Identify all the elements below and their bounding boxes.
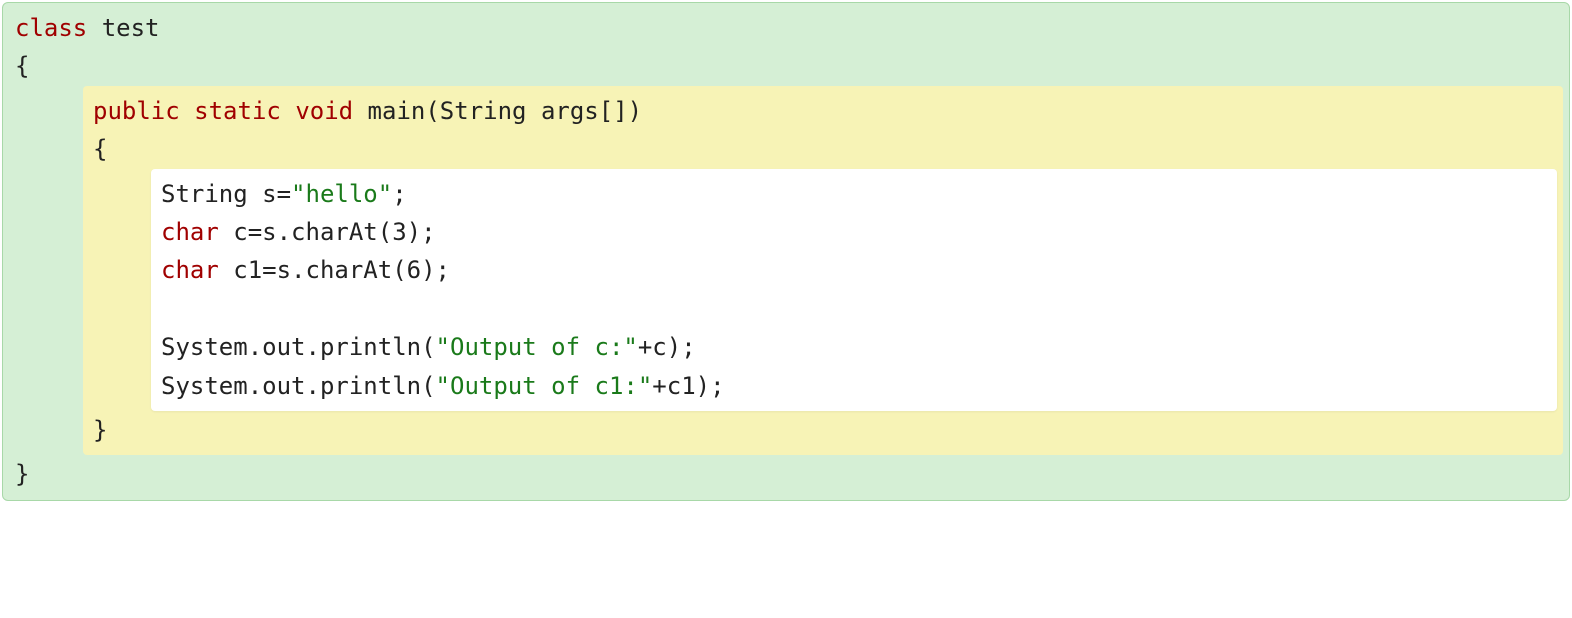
keyword-char: char: [161, 256, 219, 284]
body-line-5: System.out.println("Output of c1:"+c1);: [161, 367, 1547, 405]
body-line-1: String s="hello";: [161, 175, 1547, 213]
class-close-brace: }: [15, 455, 1563, 493]
class-decl-line: class test: [15, 9, 1563, 47]
keyword-public: public: [93, 97, 180, 125]
class-name: test: [87, 14, 159, 42]
stmt-text: c1=s.charAt(6);: [219, 256, 450, 284]
method-sig-line: public static void main(String args[]): [93, 92, 1557, 130]
string-literal: "hello": [291, 180, 392, 208]
stmt-text: +c);: [638, 333, 696, 361]
string-literal: "Output of c:": [436, 333, 638, 361]
stmt-text: System.out.println(: [161, 333, 436, 361]
method-block: public static void main(String args[]) {…: [83, 86, 1563, 456]
body-blank-line: [161, 290, 1547, 328]
keyword-void: void: [295, 97, 353, 125]
class-block: class test { public static void main(Str…: [2, 2, 1570, 501]
string-literal: "Output of c1:": [436, 372, 653, 400]
method-close-brace: }: [93, 411, 1557, 449]
stmt-text: String s=: [161, 180, 291, 208]
space: [281, 97, 295, 125]
method-sig-rest: main(String args[]): [353, 97, 642, 125]
class-open-brace: {: [15, 47, 1563, 85]
stmt-text: System.out.println(: [161, 372, 436, 400]
stmt-text: +c1);: [652, 372, 724, 400]
method-open-brace: {: [93, 130, 1557, 168]
stmt-text: c=s.charAt(3);: [219, 218, 436, 246]
keyword-class: class: [15, 14, 87, 42]
method-body-block: String s="hello"; char c=s.charAt(3); ch…: [151, 169, 1557, 411]
body-line-4: System.out.println("Output of c:"+c);: [161, 328, 1547, 366]
body-line-3: char c1=s.charAt(6);: [161, 251, 1547, 289]
body-line-2: char c=s.charAt(3);: [161, 213, 1547, 251]
keyword-char: char: [161, 218, 219, 246]
space: [180, 97, 194, 125]
stmt-text: ;: [392, 180, 406, 208]
keyword-static: static: [194, 97, 281, 125]
